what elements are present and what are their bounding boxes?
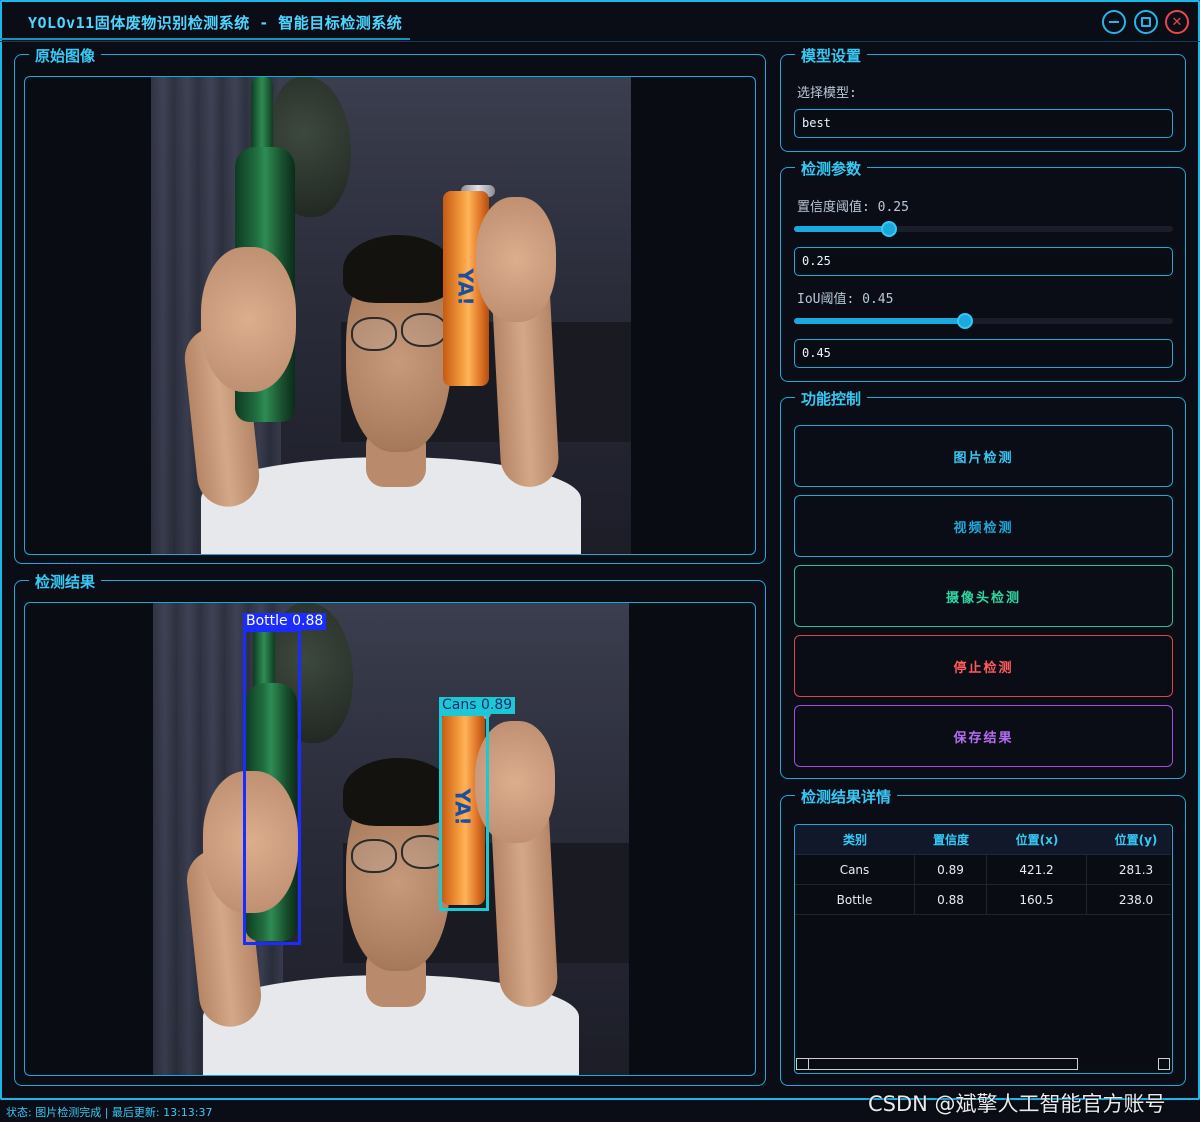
column-header-y[interactable]: 位置(y)	[1087, 825, 1172, 855]
app-window: YOLOv11固体废物识别检测系统 - 智能目标检测系统 ✕ 原始图像 YA! …	[0, 0, 1200, 1122]
confidence-label: 置信度阈值: 0.25	[797, 200, 909, 215]
cell-y: 281.3	[1118, 863, 1154, 877]
bottle-neck	[251, 77, 273, 157]
save-results-button[interactable]: 保存结果	[794, 705, 1173, 767]
maximize-button[interactable]	[1134, 10, 1158, 34]
confidence-slider-fill	[794, 226, 889, 232]
cell-confidence: 0.89	[915, 855, 987, 885]
image-detect-button[interactable]: 图片检测	[794, 425, 1173, 487]
horizontal-scrollbar[interactable]	[796, 1058, 1078, 1070]
cans-detection-label: Cans 0.89	[439, 697, 516, 714]
function-control-title: 功能控制	[795, 388, 868, 409]
stop-detect-button[interactable]: 停止检测	[794, 635, 1173, 697]
select-model-label: 选择模型:	[797, 86, 857, 101]
iou-slider[interactable]	[794, 313, 1173, 329]
cell-x: 160.5	[987, 885, 1087, 915]
bottle-detection-label: Bottle 0.88	[243, 613, 327, 630]
scrollbar-corner	[1158, 1058, 1170, 1070]
close-button[interactable]: ✕	[1165, 10, 1189, 34]
table-row[interactable]: Bottle 0.88 160.5 238.0	[795, 885, 1171, 915]
model-select[interactable]: best	[794, 109, 1173, 138]
iou-slider-handle[interactable]	[956, 313, 973, 329]
column-header-x[interactable]: 位置(x)	[987, 825, 1087, 855]
camera-detect-button[interactable]: 摄像头检测	[794, 565, 1173, 627]
cell-class: Cans	[795, 855, 915, 885]
minimize-icon	[1109, 21, 1119, 23]
original-image: YA!	[151, 77, 631, 554]
cell-class: Bottle	[795, 885, 915, 915]
original-image-title: 原始图像	[29, 45, 102, 66]
minimize-button[interactable]	[1102, 10, 1126, 34]
table-row[interactable]: Cans 0.89 421.2 281.3	[795, 855, 1171, 885]
maximize-icon	[1141, 17, 1151, 27]
column-header-confidence[interactable]: 置信度	[915, 825, 987, 855]
close-icon: ✕	[1171, 14, 1183, 30]
detection-params-title: 检测参数	[795, 158, 868, 179]
table-header-row: 类别 置信度 位置(x) 位置(y)	[795, 825, 1171, 855]
hand-left	[201, 247, 296, 392]
video-detect-button[interactable]: 视频检测	[794, 495, 1173, 557]
title-underline	[0, 38, 410, 40]
glasses-left	[351, 839, 397, 873]
hair	[343, 758, 453, 826]
cell-confidence: 0.88	[915, 885, 987, 915]
results-table[interactable]: 类别 置信度 位置(x) 位置(y) Cans 0.89 421.2 281.3…	[794, 824, 1173, 1074]
confidence-slider-handle[interactable]	[880, 221, 897, 237]
iou-input[interactable]: 0.45	[794, 339, 1173, 368]
cell-y: 238.0	[1118, 893, 1154, 907]
cans-detection-box	[439, 713, 489, 911]
confidence-slider[interactable]	[794, 221, 1173, 237]
model-settings-title: 模型设置	[795, 45, 868, 66]
column-header-class[interactable]: 类别	[795, 825, 915, 855]
window-title: YOLOv11固体废物识别检测系统 - 智能目标检测系统	[28, 14, 403, 32]
can-logo: YA!	[453, 268, 478, 306]
detection-result-frame: YA! Bottle 0.88 Cans 0.89	[24, 602, 756, 1076]
iou-slider-fill	[794, 318, 965, 324]
detection-result-title: 检测结果	[29, 571, 102, 592]
scrollbar-left-arrow[interactable]	[797, 1059, 809, 1069]
title-bar[interactable]: YOLOv11固体废物识别检测系统 - 智能目标检测系统 ✕	[0, 0, 1200, 42]
glasses-left	[351, 317, 397, 351]
bottle-detection-box	[243, 629, 301, 945]
iou-label: IoU阈值: 0.45	[797, 292, 894, 307]
status-bar: 状态: 图片检测完成 | 最后更新: 13:13:37	[6, 1106, 213, 1119]
cell-x: 421.2	[987, 855, 1087, 885]
glasses-right	[401, 313, 447, 347]
confidence-input[interactable]: 0.25	[794, 247, 1173, 276]
results-detail-title: 检测结果详情	[795, 786, 898, 807]
watermark: CSDN @斌擎人工智能官方账号	[868, 1092, 1166, 1116]
result-image: YA! Bottle 0.88 Cans 0.89	[153, 603, 629, 1075]
hand-right	[476, 197, 556, 322]
original-image-frame: YA!	[24, 76, 756, 555]
hair	[343, 235, 453, 303]
